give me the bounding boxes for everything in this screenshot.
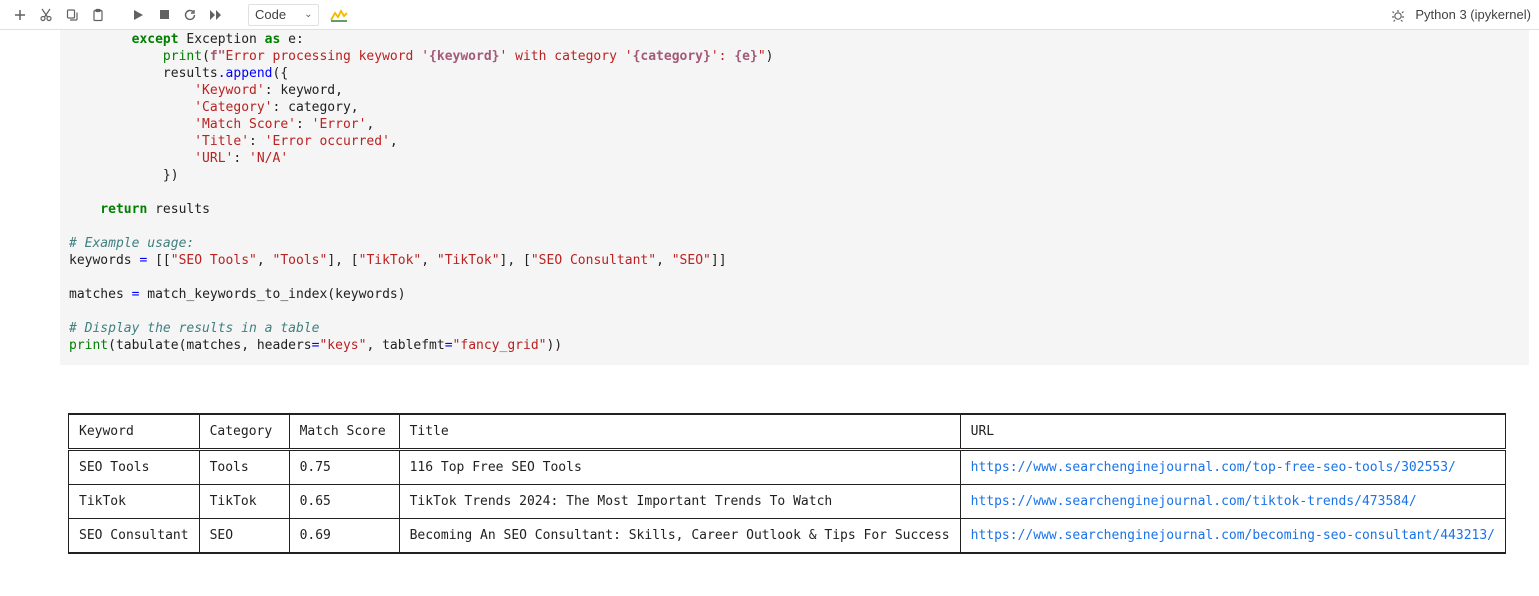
paste-button[interactable] — [86, 3, 110, 27]
table-cell: SEO Tools — [69, 450, 200, 485]
col-url: URL — [960, 414, 1505, 450]
cell-type-selector[interactable]: Code ⌄ — [248, 4, 319, 26]
run-button[interactable] — [126, 3, 150, 27]
col-score: Match Score — [289, 414, 399, 450]
url-link[interactable]: https://www.searchenginejournal.com/top-… — [971, 460, 1456, 475]
table-cell: SEO Consultant — [69, 519, 200, 554]
add-cell-button[interactable] — [8, 3, 32, 27]
chevron-down-icon: ⌄ — [304, 9, 312, 20]
table-cell: 0.69 — [289, 519, 399, 554]
table-cell: 116 Top Free SEO Tools — [399, 450, 960, 485]
output-table: Keyword Category Match Score Title URL S… — [68, 413, 1506, 554]
table-cell-url: https://www.searchenginejournal.com/top-… — [960, 450, 1505, 485]
cut-button[interactable] — [34, 3, 58, 27]
output-cell: Keyword Category Match Score Title URL S… — [60, 365, 1529, 596]
table-cell-url: https://www.searchenginejournal.com/tikt… — [960, 485, 1505, 519]
code-cell[interactable]: except Exception as e: print(f"Error pro… — [60, 30, 1529, 365]
stop-button[interactable] — [152, 3, 176, 27]
table-cell-url: https://www.searchenginejournal.com/beco… — [960, 519, 1505, 554]
col-keyword: Keyword — [69, 414, 200, 450]
debugger-icon[interactable] — [1391, 8, 1405, 22]
table-cell: TikTok Trends 2024: The Most Important T… — [399, 485, 960, 519]
cell-area: except Exception as e: print(f"Error pro… — [0, 30, 1539, 596]
restart-run-all-button[interactable] — [204, 3, 228, 27]
table-header-row: Keyword Category Match Score Title URL — [69, 414, 1506, 450]
col-title: Title — [399, 414, 960, 450]
table-cell: SEO — [199, 519, 289, 554]
kernel-name[interactable]: Python 3 (ipykernel) — [1415, 7, 1531, 22]
table-cell: 0.75 — [289, 450, 399, 485]
table-row: SEO ConsultantSEO0.69Becoming An SEO Con… — [69, 519, 1506, 554]
restart-button[interactable] — [178, 3, 202, 27]
table-cell: TikTok — [199, 485, 289, 519]
url-link[interactable]: https://www.searchenginejournal.com/beco… — [971, 528, 1495, 543]
copy-button[interactable] — [60, 3, 84, 27]
url-link[interactable]: https://www.searchenginejournal.com/tikt… — [971, 494, 1417, 509]
table-row: TikTokTikTok0.65TikTok Trends 2024: The … — [69, 485, 1506, 519]
notebook-toolbar: Code ⌄ Python 3 (ipykernel) — [0, 0, 1539, 30]
table-cell: TikTok — [69, 485, 200, 519]
table-row: SEO ToolsTools0.75116 Top Free SEO Tools… — [69, 450, 1506, 485]
cell-type-label: Code — [255, 7, 286, 22]
table-cell: Becoming An SEO Consultant: Skills, Care… — [399, 519, 960, 554]
render-button[interactable] — [327, 3, 351, 27]
table-cell: Tools — [199, 450, 289, 485]
table-cell: 0.65 — [289, 485, 399, 519]
col-category: Category — [199, 414, 289, 450]
